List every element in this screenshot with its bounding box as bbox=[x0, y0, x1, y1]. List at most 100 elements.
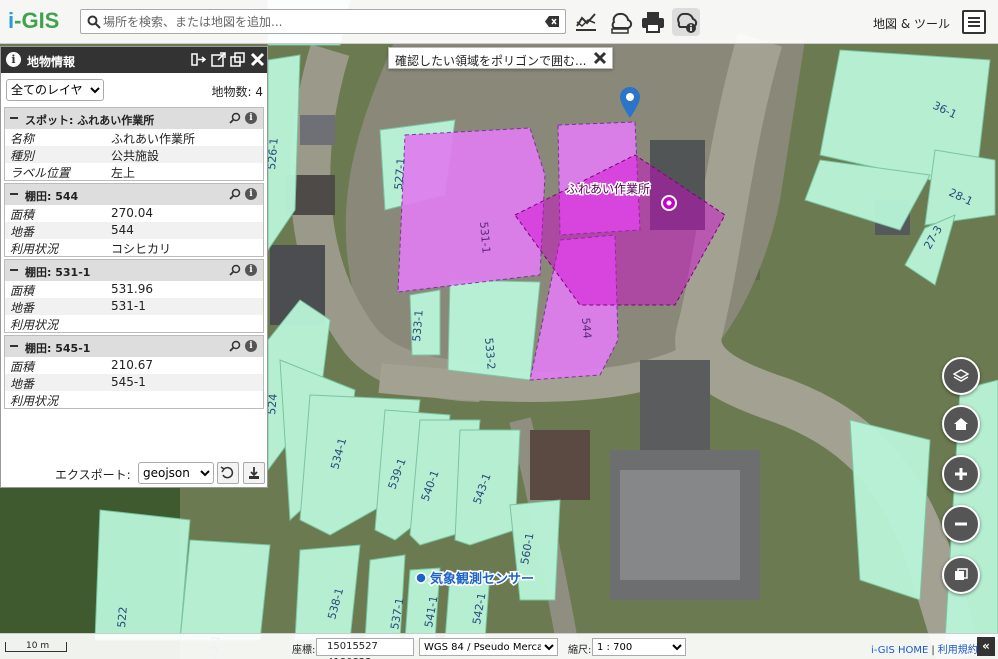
map-tools-label[interactable]: 地図 & ツール bbox=[873, 15, 950, 32]
parcel-label: 533-2 bbox=[482, 337, 498, 370]
parcel-label: 544 bbox=[579, 317, 594, 339]
feature-block: スポット: ふれあい作業所 i 名称 ふれあい作業所 種別 公共施設 ラベル位置 左上 bbox=[4, 107, 264, 181]
collapse-icon[interactable] bbox=[10, 193, 18, 195]
parcel-label: 533-1 bbox=[410, 309, 426, 342]
minus-icon bbox=[955, 522, 967, 526]
parcel-label: 531-1 bbox=[477, 221, 493, 254]
terms-link[interactable]: 利用規約 bbox=[938, 645, 978, 656]
feature-info-icon[interactable]: i bbox=[245, 340, 257, 352]
search-box bbox=[80, 9, 566, 34]
attribute-row: 地番 545-1 bbox=[5, 374, 263, 391]
dock-icon[interactable] bbox=[191, 52, 206, 67]
search-icon[interactable] bbox=[87, 15, 101, 29]
collapse-icon[interactable] bbox=[10, 269, 18, 271]
export-download-button[interactable] bbox=[217, 462, 239, 484]
zoom-in-button[interactable] bbox=[942, 455, 980, 493]
attribute-row: 名称 ふれあい作業所 bbox=[10, 132, 196, 146]
feature-header[interactable]: 棚田: 545-1 i bbox=[5, 336, 263, 357]
collapse-icon[interactable] bbox=[10, 117, 18, 119]
attribute-row: 利用状況 bbox=[10, 318, 59, 332]
area-info-icon[interactable] bbox=[672, 8, 700, 36]
home-link[interactable]: i-GIS HOME bbox=[871, 645, 928, 656]
layer-select[interactable]: 全てのレイヤ bbox=[6, 79, 104, 101]
top-bar: i-GIS 地図 & ツール bbox=[0, 0, 998, 44]
export-label: エクスポート: bbox=[55, 468, 131, 482]
collapse-icon[interactable] bbox=[10, 345, 18, 347]
stack-icon bbox=[955, 568, 968, 580]
collapse-bar-button[interactable]: « bbox=[977, 637, 995, 656]
feature-info-icon[interactable]: i bbox=[245, 112, 257, 124]
zoom-to-icon[interactable] bbox=[229, 112, 241, 124]
feature-header[interactable]: 棚田: 544 i bbox=[5, 184, 263, 205]
overview-button[interactable] bbox=[942, 556, 980, 594]
feature-block: 棚田: 545-1 i 面積 210.67 地番 545-1 利用状況 bbox=[4, 335, 264, 409]
feature-block: 棚田: 544 i 面積 270.04 地番 544 利用状況 コシヒカリ bbox=[4, 183, 264, 257]
panel-title: 地物情報 bbox=[27, 55, 76, 69]
measure-icon[interactable] bbox=[606, 8, 634, 36]
feature-info-icon[interactable]: i bbox=[245, 264, 257, 276]
feature-title: 棚田: 545-1 bbox=[25, 342, 91, 355]
info-icon: i bbox=[6, 52, 21, 67]
attribute-row: 利用状況 bbox=[10, 394, 59, 408]
feature-block: 棚田: 531-1 i 面積 531.96 地番 531-1 利用状況 bbox=[4, 259, 264, 333]
layers-button[interactable] bbox=[942, 357, 980, 395]
clear-input-icon[interactable] bbox=[545, 16, 559, 27]
coord-label: 座標: bbox=[292, 645, 316, 656]
coord-display: 15015527 4180823 bbox=[316, 638, 414, 659]
zoom-to-icon[interactable] bbox=[229, 264, 241, 276]
feature-header[interactable]: 棚田: 531-1 i bbox=[5, 260, 263, 281]
app-logo[interactable]: i-GIS bbox=[8, 8, 59, 34]
attribute-row: 地番 544 bbox=[5, 222, 263, 239]
scale-select[interactable]: 1 : 700 bbox=[592, 638, 686, 656]
panel-header: i 地物情報 bbox=[1, 47, 267, 73]
scale-bar: 10 m bbox=[5, 641, 67, 652]
zoom-to-icon[interactable] bbox=[229, 340, 241, 352]
feature-info-icon[interactable]: i bbox=[245, 188, 257, 200]
plus-icon bbox=[955, 468, 967, 480]
feature-title: 棚田: 544 bbox=[25, 190, 79, 203]
sensor-marker[interactable] bbox=[415, 572, 427, 584]
parcel-label: 527-1 bbox=[392, 157, 408, 190]
status-bar: 10 m 座標: 15015527 4180823 WGS 84 / Pseud… bbox=[0, 633, 998, 659]
parcel-label: 522 bbox=[115, 606, 130, 628]
close-panel-icon[interactable] bbox=[250, 52, 265, 67]
export-format-select[interactable]: geojson bbox=[138, 462, 214, 484]
feature-count: 地物数: 4 bbox=[211, 85, 264, 99]
home-button[interactable] bbox=[942, 405, 980, 443]
download-icon bbox=[249, 467, 259, 479]
attribute-row: 利用状況 コシヒカリ bbox=[10, 242, 172, 256]
attribute-row: 地番 531-1 bbox=[5, 298, 263, 315]
feature-info-panel: i 地物情報 全てのレイヤ 地物数: 4 スポット: ふれあい作業所 i 名称ふ… bbox=[0, 46, 268, 488]
export-save-button[interactable] bbox=[243, 462, 265, 484]
refresh-icon bbox=[220, 466, 234, 479]
export-row: エクスポート: geojson bbox=[1, 459, 267, 487]
attribute-row: 種別 公共施設 bbox=[5, 146, 263, 163]
popout-icon[interactable] bbox=[211, 52, 226, 67]
feature-title: スポット: ふれあい作業所 bbox=[25, 114, 155, 127]
polygon-hint-tooltip: 確認したい領域をポリゴンで囲む... bbox=[388, 47, 613, 69]
print-icon[interactable] bbox=[639, 8, 667, 36]
attribute-row: 面積 531.96 bbox=[10, 282, 153, 298]
layer-filter-row: 全てのレイヤ 地物数: 4 bbox=[1, 73, 267, 107]
attribute-row: 面積 270.04 bbox=[10, 206, 153, 222]
attribute-row: ラベル位置 左上 bbox=[10, 166, 136, 180]
home-icon bbox=[954, 418, 968, 430]
search-input[interactable] bbox=[103, 13, 533, 31]
duplicate-icon[interactable] bbox=[230, 52, 245, 67]
scale-label: 縮尺: bbox=[568, 645, 592, 656]
attribute-row: 面積 210.67 bbox=[10, 358, 153, 374]
close-icon[interactable] bbox=[593, 51, 607, 65]
profile-chart-icon[interactable] bbox=[572, 8, 600, 36]
layers-icon bbox=[953, 369, 969, 382]
scale-bar-text: 10 m bbox=[26, 641, 50, 651]
tooltip-text: 確認したい領域をポリゴンで囲む... bbox=[395, 54, 587, 68]
feature-header[interactable]: スポット: ふれあい作業所 i bbox=[5, 108, 263, 129]
feature-title: 棚田: 531-1 bbox=[25, 266, 91, 279]
zoom-out-button[interactable] bbox=[942, 505, 980, 543]
menu-button[interactable] bbox=[962, 10, 986, 34]
sensor-label: 気象観測センサー bbox=[430, 571, 534, 587]
crs-select[interactable]: WGS 84 / Pseudo Mercator bbox=[419, 638, 558, 656]
zoom-to-icon[interactable] bbox=[229, 188, 241, 200]
spot-label: ふれあい作業所 bbox=[566, 182, 650, 196]
footer-links: i-GIS HOME | 利用規約 bbox=[871, 645, 978, 656]
